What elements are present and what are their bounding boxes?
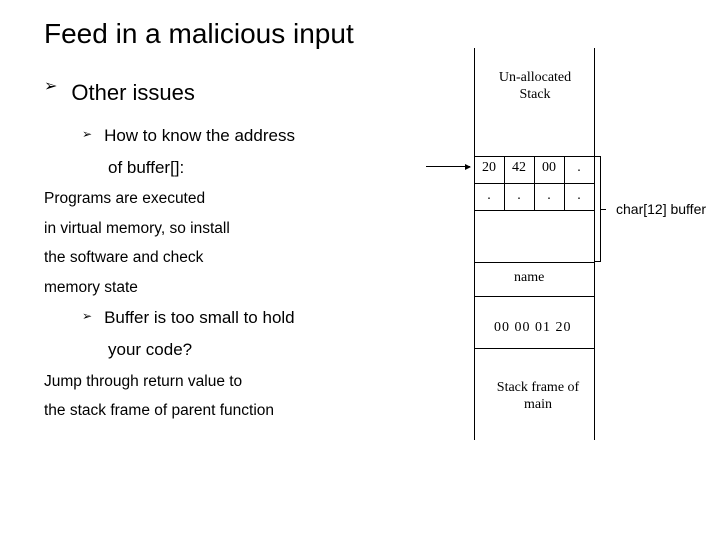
diagram-right-border [594,48,595,440]
line-buf-bot [474,210,594,211]
line-buf-mid [474,183,594,184]
bullet-l2b-cont: your code? [108,334,384,366]
para-programs-2: in virtual memory, so install [44,214,384,243]
diagram-left-border [474,48,475,440]
bullet-glyph-icon: ➢ [44,72,57,102]
cell-r1c4: . [564,160,594,176]
cell-r2c1: . [474,188,504,204]
bullet-glyph-icon: ➢ [82,302,92,330]
bullet-glyph-icon: ➢ [82,120,92,148]
bullet-l2b-text: Buffer is too small to hold [104,302,295,334]
cell-r2c3: . [534,188,564,204]
para-jump-2: the stack frame of parent function [44,396,384,425]
line-name-top [474,262,594,263]
arrow-into-buffer-icon [426,166,470,167]
bullet-l2a-text: How to know the address [104,120,295,152]
unallocated-label: Un-allocated Stack [494,70,576,104]
para-programs-1: Programs are executed [44,184,384,213]
right-column: Un-allocated Stack 20 42 00 . . . [384,72,690,502]
bullet-how-to-know: ➢ How to know the address [82,120,384,152]
para-programs-4: memory state [44,273,384,302]
slide: Feed in a malicious input ➢ Other issues… [0,0,720,540]
line-name-bot [474,296,594,297]
buffer-bracket-icon [600,156,601,262]
cell-r2c2: . [504,188,534,204]
bracket-tick-icon [600,209,606,210]
bullet-l2a-cont: of buffer[]: [108,152,384,184]
para-jump-1: Jump through return value to [44,367,384,396]
name-label: name [514,270,544,286]
content-row: ➢ Other issues ➢ How to know the address… [44,72,690,502]
char12-buffer-label: char[12] buffer [616,201,706,217]
line-ret-bot [474,348,594,349]
cell-r2c4: . [564,188,594,204]
cell-r1c1: 20 [474,160,504,176]
ret-value: 00 00 01 20 [494,320,572,336]
cell-r1c2: 42 [504,160,534,176]
cell-r1c3: 00 [534,160,564,176]
left-column: ➢ Other issues ➢ How to know the address… [44,72,384,426]
para-programs-3: the software and check [44,243,384,272]
bullet-other-issues: ➢ Other issues [44,72,384,114]
bullet-l1-text: Other issues [71,72,195,114]
stack-frame-label: Stack frame of main [488,380,588,414]
slide-title: Feed in a malicious input [44,18,690,50]
bullet-buffer-small: ➢ Buffer is too small to hold [82,302,384,334]
